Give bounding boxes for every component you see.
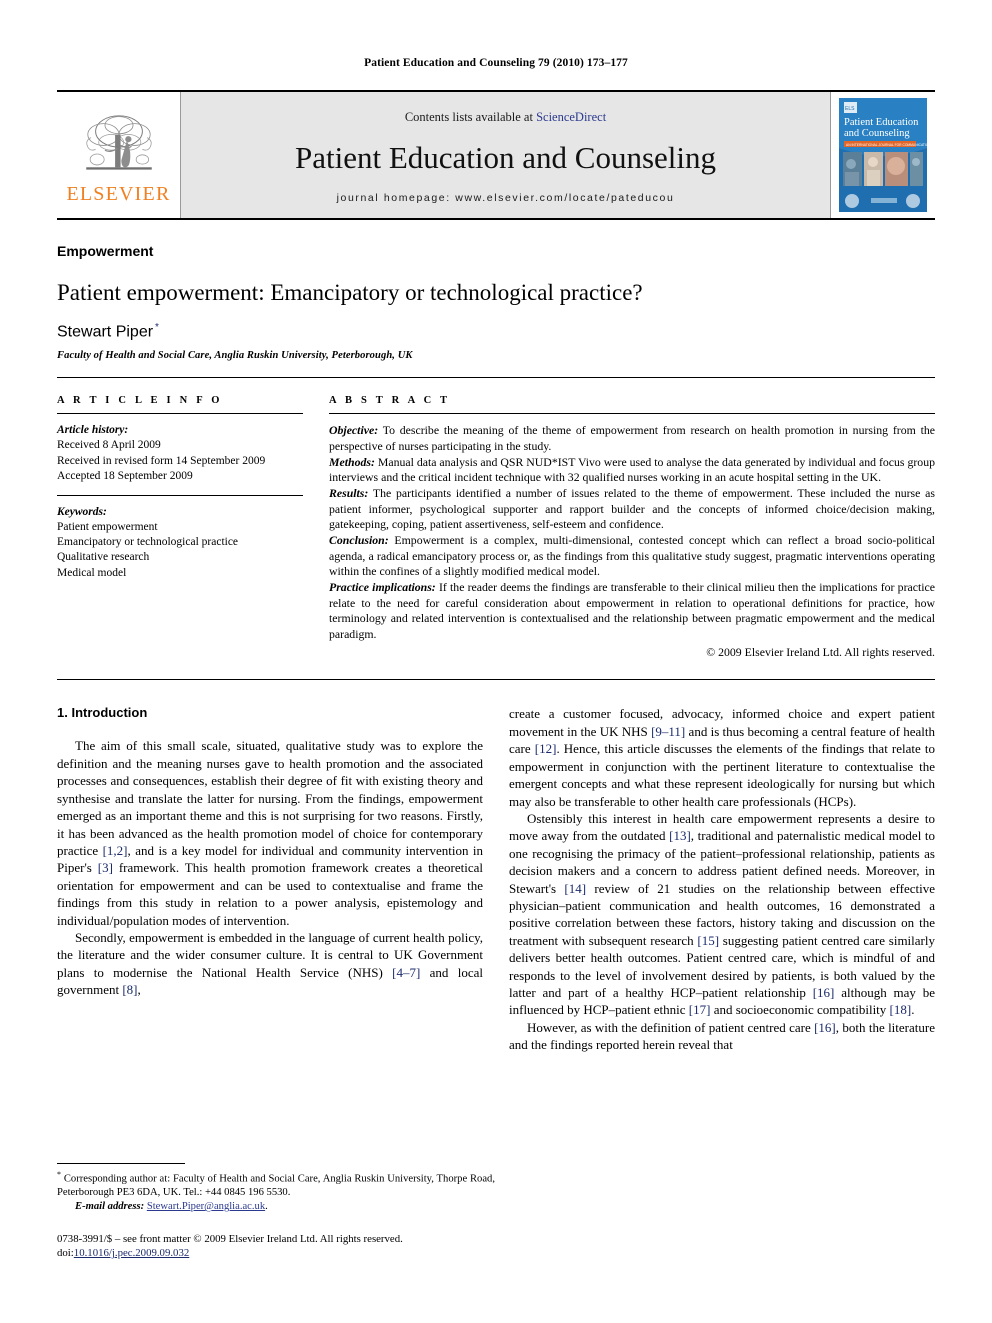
svg-text:Patient Education: Patient Education bbox=[844, 117, 919, 128]
abstract-practice-implications: Practice implications: If the reader dee… bbox=[329, 580, 935, 643]
keyword-item: Patient empowerment bbox=[57, 521, 158, 534]
abstract-objective-text: To describe the meaning of the theme of … bbox=[329, 423, 935, 453]
keyword-item: Medical model bbox=[57, 566, 127, 579]
abstract-top-rule bbox=[329, 413, 935, 415]
paragraph: Ostensibly this interest in health care … bbox=[509, 810, 935, 1018]
citation-ref[interactable]: [17] bbox=[689, 1002, 711, 1017]
paragraph: create a customer focused, advocacy, inf… bbox=[509, 706, 936, 809]
running-head: Patient Education and Counseling 79 (201… bbox=[364, 57, 628, 69]
journal-title: Patient Education and Counseling bbox=[294, 140, 716, 175]
article-page: Patient Education and Counseling 79 (201… bbox=[0, 0, 992, 1323]
body-columns: 1. Introduction The aim of this small sc… bbox=[57, 705, 935, 1053]
abstract-results-text: The participants identified a number of … bbox=[329, 485, 935, 532]
citation-ref[interactable]: [13] bbox=[669, 828, 691, 843]
abstract-methods: Methods: Manual data analysis and QSR NU… bbox=[329, 455, 935, 486]
journal-homepage-line[interactable]: journal homepage: www.elsevier.com/locat… bbox=[337, 192, 675, 204]
abstract-column: A B S T R A C T Objective: To describe t… bbox=[325, 395, 935, 660]
article-info-top-rule bbox=[57, 413, 303, 415]
body-column-left: 1. Introduction The aim of this small sc… bbox=[57, 705, 483, 1053]
elsevier-logo: ELSEVIER bbox=[57, 92, 180, 218]
history-revised: Received in revised form 14 September 20… bbox=[57, 454, 266, 467]
abstract-methods-text: Manual data analysis and QSR NUD*IST Viv… bbox=[329, 454, 935, 485]
author-affiliation: Faculty of Health and Social Care, Angli… bbox=[57, 350, 413, 362]
subject-section-label: Empowerment bbox=[57, 243, 154, 259]
sciencedirect-link[interactable]: ScienceDirect bbox=[536, 110, 606, 124]
keywords-group: Keywords: Patient empowerment Emancipato… bbox=[57, 505, 303, 581]
keywords-label: Keywords: bbox=[57, 505, 107, 518]
introduction-text-right: create a customer focused, advocacy, inf… bbox=[509, 705, 935, 1053]
abstract-results-label: Results: bbox=[329, 485, 369, 500]
corresponding-author-note: * Corresponding author at: Faculty of He… bbox=[57, 1170, 495, 1200]
journal-masthead: ELSEVIER Contents lists available at Sci… bbox=[57, 90, 935, 220]
keyword-item: Emancipatory or technological practice bbox=[57, 536, 239, 549]
abstract-copyright: © 2009 Elsevier Ireland Ltd. All rights … bbox=[706, 644, 935, 659]
issn-copyright-block: 0738-3991/$ – see front matter © 2009 El… bbox=[57, 1232, 495, 1261]
author-label: Stewart Piper bbox=[57, 323, 154, 341]
abstract-objective: Objective: To describe the meaning of th… bbox=[329, 423, 935, 454]
article-title: Patient empowerment: Emancipatory or tec… bbox=[57, 280, 643, 305]
body-column-right: create a customer focused, advocacy, inf… bbox=[509, 705, 935, 1053]
elsevier-wordmark: ELSEVIER bbox=[66, 182, 171, 205]
corresponding-author-marker[interactable]: * bbox=[155, 322, 159, 333]
paragraph: Secondly, empowerment is embedded in the… bbox=[57, 929, 483, 998]
footnote-divider bbox=[57, 1163, 185, 1165]
citation-ref[interactable]: [18] bbox=[890, 1002, 912, 1017]
citation-ref[interactable]: [4–7] bbox=[392, 965, 420, 980]
email-note: E-mail address: Stewart.Piper@anglia.ac.… bbox=[75, 1201, 268, 1213]
article-history-group: Article history: Received 8 April 2009 R… bbox=[57, 423, 303, 484]
contents-prefix: Contents lists available at bbox=[404, 110, 537, 124]
citation-ref[interactable]: [12] bbox=[535, 741, 557, 756]
journal-cover: ELS Patient Education and Counseling AN … bbox=[831, 92, 935, 218]
citation-ref[interactable]: [16] bbox=[813, 985, 835, 1000]
article-info-middle-rule bbox=[57, 494, 303, 496]
email-link[interactable]: Stewart.Piper@anglia.ac.uk bbox=[147, 1201, 265, 1212]
paragraph: However, as with the definition of patie… bbox=[509, 1019, 935, 1053]
history-received: Received 8 April 2009 bbox=[57, 439, 161, 452]
citation-ref[interactable]: [14] bbox=[564, 881, 586, 896]
svg-text:ELS: ELS bbox=[845, 106, 855, 112]
doi-label: doi: bbox=[57, 1247, 74, 1260]
abstract-practice-label: Practice implications: bbox=[329, 580, 436, 595]
footnote-region: * Corresponding author at: Faculty of He… bbox=[57, 1163, 495, 1261]
svg-text:and Counseling: and Counseling bbox=[844, 128, 910, 139]
svg-text:AN INTERNATIONAL JOURNAL FOR C: AN INTERNATIONAL JOURNAL FOR COMMUNICATI… bbox=[846, 143, 927, 147]
citation-ref[interactable]: [8] bbox=[122, 982, 137, 997]
abstract-conclusion-text: Empowerment is a complex, multi-dimensio… bbox=[329, 532, 935, 579]
article-info-heading: A R T I C L E I N F O bbox=[57, 395, 223, 407]
history-accepted: Accepted 18 September 2009 bbox=[57, 469, 193, 482]
abstract-methods-label: Methods: bbox=[329, 454, 375, 469]
paragraph: The aim of this small scale, situated, q… bbox=[57, 738, 484, 928]
abstract-bottom-rule bbox=[57, 679, 935, 681]
abstract-heading: A B S T R A C T bbox=[329, 395, 451, 407]
elsevier-tree-icon bbox=[85, 114, 152, 170]
abstract-results: Results: The participants identified a n… bbox=[329, 486, 935, 533]
keyword-item: Qualitative research bbox=[57, 551, 150, 564]
citation-ref[interactable]: [16] bbox=[814, 1020, 836, 1035]
article-info-column: A R T I C L E I N F O Article history: R… bbox=[57, 395, 325, 660]
doi-line: doi:10.1016/j.pec.2009.09.032 bbox=[57, 1246, 495, 1261]
citation-ref[interactable]: [15] bbox=[697, 933, 719, 948]
article-history-label: Article history: bbox=[57, 424, 129, 437]
introduction-text-left: The aim of this small scale, situated, q… bbox=[57, 737, 483, 998]
head-divider bbox=[57, 377, 935, 379]
contents-available-line: Contents lists available at ScienceDirec… bbox=[405, 110, 606, 125]
abstract-conclusion-label: Conclusion: bbox=[329, 532, 389, 547]
author-name: Stewart Piper * bbox=[57, 322, 935, 341]
info-abstract-region: A R T I C L E I N F O Article history: R… bbox=[57, 395, 935, 660]
citation-ref[interactable]: [9–11] bbox=[651, 724, 685, 739]
journal-cover-image: ELS Patient Education and Counseling AN … bbox=[839, 98, 927, 212]
email-label: E-mail address: bbox=[75, 1201, 145, 1213]
introduction-heading: 1. Introduction bbox=[57, 705, 148, 721]
abstract-conclusion: Conclusion: Empowerment is a complex, mu… bbox=[329, 533, 935, 580]
citation-ref[interactable]: [3] bbox=[98, 860, 113, 875]
abstract-objective-label: Objective: bbox=[329, 423, 379, 438]
abstract-body: Objective: To describe the meaning of th… bbox=[329, 423, 935, 660]
doi-link[interactable]: 10.1016/j.pec.2009.09.032 bbox=[74, 1247, 189, 1259]
corresponding-author-text: Corresponding author at: Faculty of Heal… bbox=[57, 1173, 495, 1199]
issn-line: 0738-3991/$ – see front matter © 2009 El… bbox=[57, 1232, 403, 1245]
citation-ref[interactable]: [1,2] bbox=[103, 843, 128, 858]
masthead-center: Contents lists available at ScienceDirec… bbox=[180, 92, 831, 218]
